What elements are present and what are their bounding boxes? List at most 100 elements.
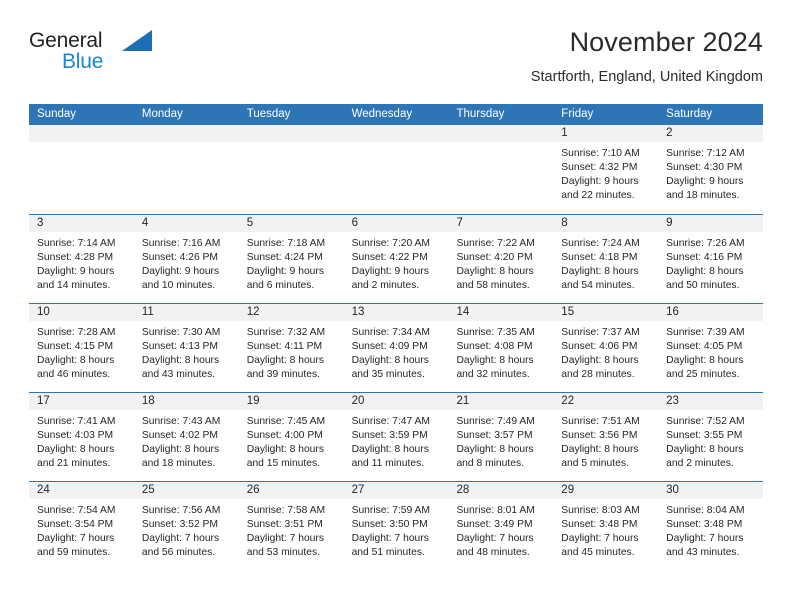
calendar-week-row: 24 Sunrise: 7:54 AM Sunset: 3:54 PM Dayligh… (29, 481, 764, 570)
calendar-day-cell[interactable]: 22 Sunrise: 7:51 AM Sunset: 3:56 PM Dayligh… (553, 393, 659, 481)
daylight-text-line1: Daylight: 8 hours (666, 266, 744, 278)
calendar-day-cell[interactable]: 30 Sunrise: 8:04 AM Sunset: 3:48 PM Dayligh… (658, 482, 764, 570)
daylight-text-line2: and 5 minutes. (561, 458, 629, 470)
day-details (239, 142, 344, 147)
day-number-strip: 23 (658, 393, 764, 410)
calendar-day-cell[interactable]: 12 Sunrise: 7:32 AM Sunset: 4:11 PM Dayligh… (238, 304, 344, 392)
daylight-text-line1: Daylight: 8 hours (141, 444, 220, 456)
day-details: Sunrise: 7:45 AM Sunset: 4:00 PM Daylight:… (239, 410, 344, 471)
sunrise-text: Sunrise: 7:35 AM (456, 327, 535, 338)
day-details: Sunrise: 7:24 AM Sunset: 4:18 PM Daylight:… (553, 232, 658, 293)
calendar-day-cell[interactable]: 21 Sunrise: 7:49 AM Sunset: 3:57 PM Dayligh… (448, 393, 554, 481)
calendar-day-cell[interactable]: 10 Sunrise: 7:28 AM Sunset: 4:15 PM Dayligh… (29, 304, 134, 392)
daylight-text-line2: and 54 minutes. (561, 280, 635, 292)
calendar-day-cell[interactable]: 19 Sunrise: 7:45 AM Sunset: 4:00 PM Dayligh… (238, 393, 344, 481)
calendar-day-cell[interactable]: 28 Sunrise: 8:01 AM Sunset: 3:49 PM Dayligh… (448, 482, 554, 570)
sunset-text: Sunset: 4:16 PM (666, 252, 743, 264)
calendar-page: General Blue November 2024 Startforth, E… (0, 0, 792, 612)
calendar-day-cell-empty (133, 125, 239, 214)
sunset-text: Sunset: 3:48 PM (666, 519, 743, 531)
calendar-day-cell[interactable]: 6 Sunrise: 7:20 AM Sunset: 4:22 PM Daylight… (343, 215, 449, 303)
day-number: 11 (141, 306, 154, 318)
calendar-day-cell[interactable]: 25 Sunrise: 7:56 AM Sunset: 3:52 PM Dayligh… (133, 482, 239, 570)
calendar-day-cell[interactable]: 16 Sunrise: 7:39 AM Sunset: 4:05 PM Dayligh… (658, 304, 764, 392)
daylight-text-line1: Daylight: 8 hours (246, 355, 324, 367)
sunrise-text: Sunrise: 7:16 AM (141, 238, 221, 249)
calendar-day-cell[interactable]: 1 Sunrise: 7:10 AM Sunset: 4:32 PM Daylight… (553, 125, 659, 214)
daylight-text-line2: and 2 minutes. (666, 458, 734, 470)
daylight-text-line2: and 14 minutes. (37, 280, 111, 292)
sunrise-text: Sunrise: 7:20 AM (351, 238, 430, 249)
daylight-text-line2: and 50 minutes. (666, 280, 740, 292)
day-details (134, 142, 239, 147)
day-number: 15 (561, 306, 575, 318)
calendar-day-cell[interactable]: 7 Sunrise: 7:22 AM Sunset: 4:20 PM Daylight… (448, 215, 554, 303)
sunrise-text: Sunrise: 7:26 AM (666, 238, 745, 249)
day-details (448, 142, 553, 147)
day-number-strip: 28 (448, 482, 554, 499)
calendar-day-cell[interactable]: 2 Sunrise: 7:12 AM Sunset: 4:30 PM Daylight… (658, 125, 764, 214)
day-number: 21 (456, 395, 470, 407)
daylight-text-line2: and 10 minutes. (141, 280, 216, 292)
day-details: Sunrise: 7:20 AM Sunset: 4:22 PM Daylight:… (344, 232, 449, 293)
daylight-text-line1: Daylight: 9 hours (141, 266, 220, 278)
calendar-day-cell[interactable]: 5 Sunrise: 7:18 AM Sunset: 4:24 PM Daylight… (238, 215, 344, 303)
day-number: 30 (666, 484, 679, 496)
day-number: 27 (351, 484, 365, 496)
day-details: Sunrise: 7:22 AM Sunset: 4:20 PM Daylight:… (448, 232, 553, 293)
calendar-day-cell[interactable]: 15 Sunrise: 7:37 AM Sunset: 4:06 PM Dayligh… (553, 304, 659, 392)
calendar-day-cell[interactable]: 26 Sunrise: 7:58 AM Sunset: 3:51 PM Dayligh… (238, 482, 344, 570)
sunset-text: Sunset: 3:56 PM (561, 430, 638, 442)
day-details: Sunrise: 7:43 AM Sunset: 4:02 PM Daylight:… (134, 410, 239, 471)
calendar-weeks: 1 Sunrise: 7:10 AM Sunset: 4:32 PM Daylight… (29, 125, 764, 570)
calendar-week-row: 3 Sunrise: 7:14 AM Sunset: 4:28 PM Daylight… (29, 214, 764, 303)
sunrise-text: Sunrise: 7:34 AM (351, 327, 430, 338)
calendar-day-cell[interactable]: 29 Sunrise: 8:03 AM Sunset: 3:48 PM Dayligh… (553, 482, 659, 570)
calendar-day-cell-empty (343, 125, 449, 214)
daylight-text-line1: Daylight: 7 hours (666, 533, 744, 545)
day-number: 3 (37, 217, 44, 229)
weekday-header-wednesday: Wednesday (351, 108, 413, 120)
sunrise-text: Sunrise: 7:39 AM (666, 327, 745, 338)
day-number: 25 (141, 484, 155, 496)
sunrise-text: Sunrise: 7:30 AM (141, 327, 221, 338)
sunset-text: Sunset: 4:02 PM (141, 430, 218, 442)
day-details: Sunrise: 7:16 AM Sunset: 4:26 PM Daylight:… (134, 232, 239, 293)
day-number-strip: 16 (658, 304, 764, 321)
day-number: 6 (351, 217, 358, 229)
day-number: 29 (561, 484, 575, 496)
day-details: Sunrise: 7:39 AM Sunset: 4:05 PM Daylight:… (658, 321, 763, 382)
daylight-text-line1: Daylight: 8 hours (456, 266, 534, 278)
sunset-text: Sunset: 3:50 PM (351, 519, 428, 531)
daylight-text-line1: Daylight: 7 hours (561, 533, 639, 545)
calendar-day-cell[interactable]: 8 Sunrise: 7:24 AM Sunset: 4:18 PM Daylight… (553, 215, 659, 303)
day-number-strip: 2 (658, 125, 764, 142)
sunrise-text: Sunrise: 7:58 AM (246, 505, 326, 516)
day-number-strip: 18 (133, 393, 239, 410)
weekday-header-row: Sunday Monday Tuesday Wednesday Thursday Frid… (29, 104, 763, 125)
calendar-day-cell[interactable]: 17 Sunrise: 7:41 AM Sunset: 4:03 PM Dayligh… (29, 393, 134, 481)
sunset-text: Sunset: 4:26 PM (141, 252, 218, 264)
calendar-day-cell[interactable]: 14 Sunrise: 7:35 AM Sunset: 4:08 PM Dayligh… (448, 304, 554, 392)
page-title: November 2024 (569, 27, 763, 57)
calendar-day-cell[interactable]: 18 Sunrise: 7:43 AM Sunset: 4:02 PM Dayligh… (133, 393, 239, 481)
sunset-text: Sunset: 4:11 PM (246, 341, 323, 353)
day-number-strip: 3 (29, 215, 134, 232)
sunrise-text: Sunrise: 7:14 AM (37, 238, 116, 249)
day-details: Sunrise: 7:49 AM Sunset: 3:57 PM Daylight:… (448, 410, 553, 471)
calendar-day-cell[interactable]: 24 Sunrise: 7:54 AM Sunset: 3:54 PM Dayligh… (29, 482, 134, 570)
calendar-day-cell[interactable]: 13 Sunrise: 7:34 AM Sunset: 4:09 PM Dayligh… (343, 304, 449, 392)
calendar-day-cell[interactable]: 27 Sunrise: 7:59 AM Sunset: 3:50 PM Dayligh… (343, 482, 449, 570)
daylight-text-line1: Daylight: 8 hours (37, 444, 115, 456)
calendar-day-cell[interactable]: 3 Sunrise: 7:14 AM Sunset: 4:28 PM Daylight… (29, 215, 134, 303)
day-number: 7 (456, 217, 463, 229)
calendar-day-cell[interactable]: 20 Sunrise: 7:47 AM Sunset: 3:59 PM Dayligh… (343, 393, 449, 481)
day-number: 16 (666, 306, 679, 318)
calendar-day-cell[interactable]: 11 Sunrise: 7:30 AM Sunset: 4:13 PM Dayligh… (133, 304, 239, 392)
day-details: Sunrise: 7:51 AM Sunset: 3:56 PM Daylight:… (553, 410, 658, 471)
sunrise-text: Sunrise: 7:12 AM (666, 148, 745, 159)
calendar-day-cell[interactable]: 23 Sunrise: 7:52 AM Sunset: 3:55 PM Dayligh… (658, 393, 764, 481)
day-number-strip: 9 (658, 215, 764, 232)
calendar-day-cell[interactable]: 4 Sunrise: 7:16 AM Sunset: 4:26 PM Daylight… (133, 215, 239, 303)
calendar-day-cell[interactable]: 9 Sunrise: 7:26 AM Sunset: 4:16 PM Daylight… (658, 215, 764, 303)
